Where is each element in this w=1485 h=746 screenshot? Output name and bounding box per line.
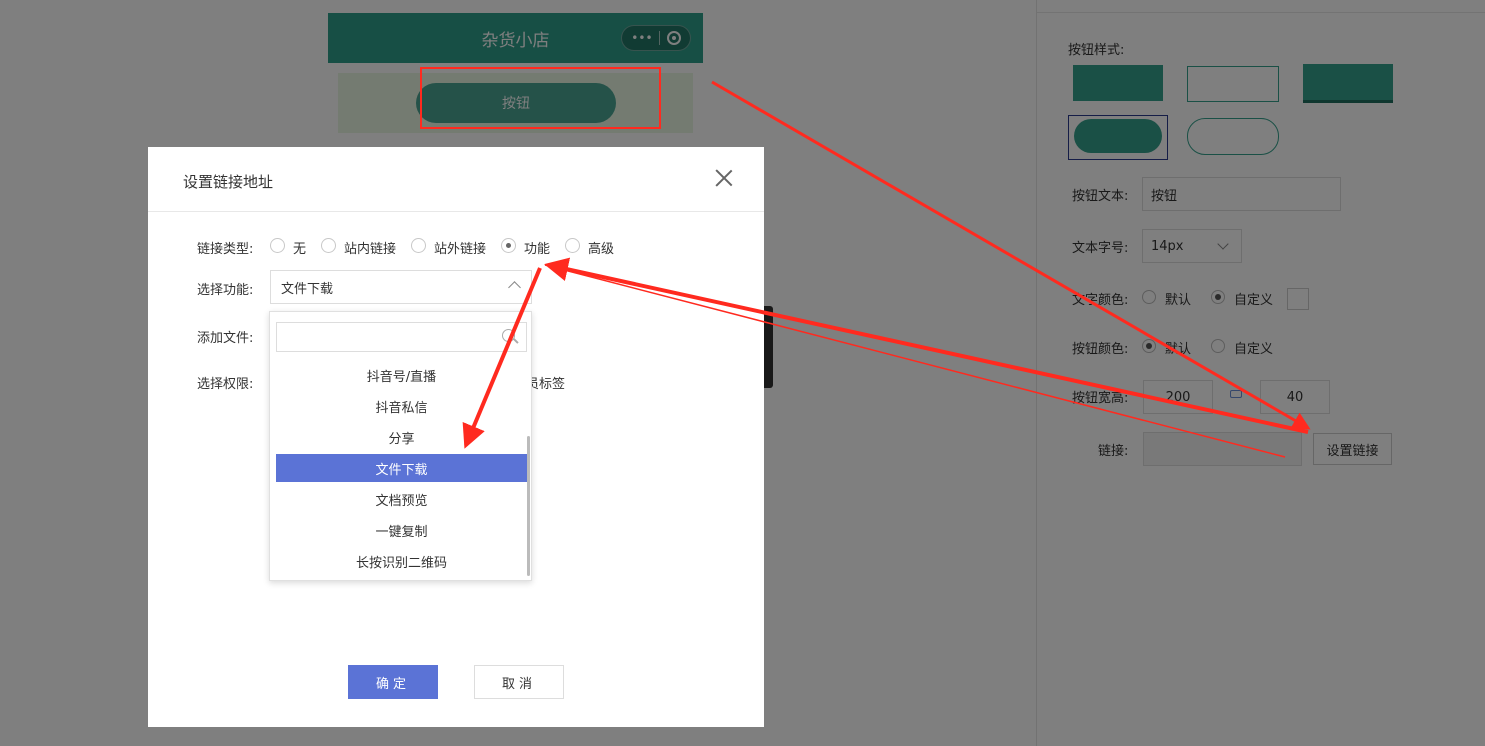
function-select-value: 文件下载 [281, 281, 334, 297]
confirm-button[interactable]: 确定 [348, 665, 438, 699]
link-type-label: 链接类型: [197, 242, 254, 257]
dropdown-item-selected[interactable]: 文件下载 [276, 454, 527, 482]
link-type-radio-internal[interactable] [321, 238, 336, 253]
dialog-title: 设置链接地址 [183, 173, 274, 191]
cancel-button[interactable]: 取消 [474, 665, 564, 699]
permission-label: 选择权限: [197, 377, 254, 392]
link-type-radio-none[interactable] [270, 238, 285, 253]
dropdown-item[interactable]: 抖音私信 [276, 392, 527, 420]
link-type-text-internal: 站内链接 [344, 242, 397, 257]
set-link-dialog: 设置链接地址 链接类型: 无 站内链接 站外链接 功能 高级 选择功能: 文件下… [148, 147, 764, 727]
link-type-radio-function[interactable] [501, 238, 516, 253]
dropdown-item[interactable]: 文档预览 [276, 485, 527, 513]
dropdown-item[interactable]: 分享 [276, 423, 527, 451]
dropdown-search-input[interactable] [276, 322, 527, 352]
link-type-radio-advanced[interactable] [565, 238, 580, 253]
close-icon[interactable] [715, 169, 733, 187]
link-type-text-advanced: 高级 [588, 242, 615, 257]
add-file-label: 添加文件: [197, 331, 254, 346]
dropdown-item[interactable]: 抖音号/直播 [276, 361, 527, 389]
link-type-text-function: 功能 [524, 242, 551, 257]
function-dropdown: 抖音号/直播 抖音私信 分享 文件下载 文档预览 一键复制 长按识别二维码 [269, 311, 532, 581]
dropdown-item[interactable]: 长按识别二维码 [276, 547, 527, 575]
dialog-header: 设置链接地址 [148, 147, 764, 212]
link-type-text-external: 站外链接 [434, 242, 487, 257]
select-function-label: 选择功能: [197, 283, 254, 298]
chevron-up-icon [508, 281, 521, 294]
link-type-text-none: 无 [293, 242, 307, 257]
dropdown-item[interactable]: 一键复制 [276, 516, 527, 544]
search-icon [502, 329, 515, 342]
dropdown-scrollbar[interactable] [527, 436, 530, 576]
annotation-highlight-box [420, 67, 661, 129]
function-select[interactable]: 文件下载 [270, 270, 532, 304]
link-type-radio-external[interactable] [411, 238, 426, 253]
